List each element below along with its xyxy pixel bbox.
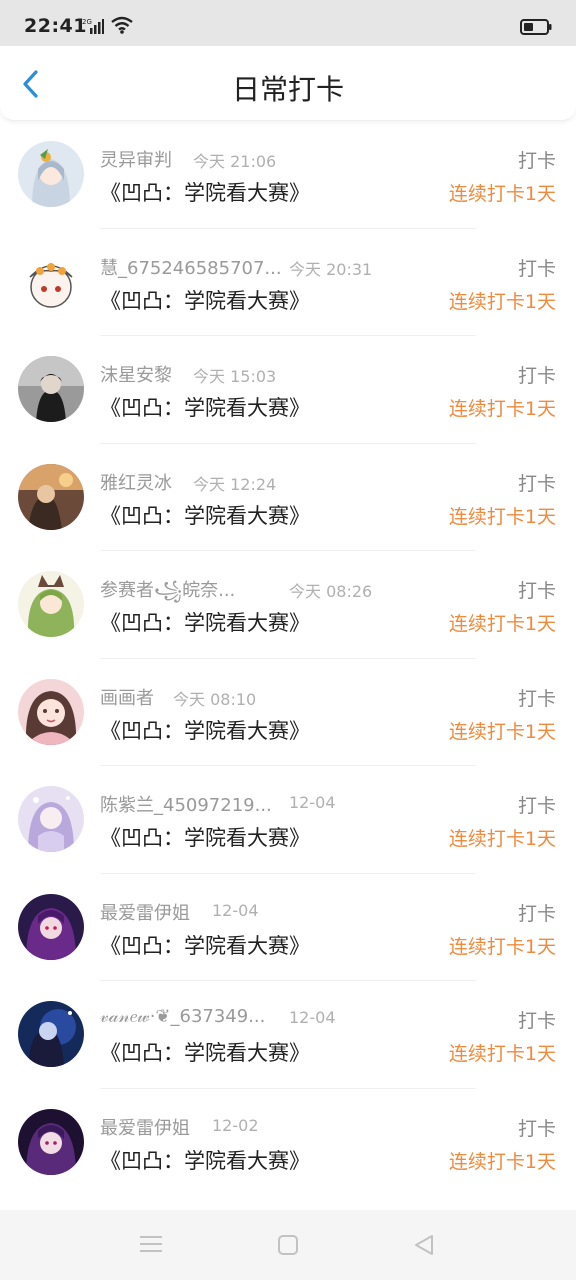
menu-icon[interactable] [140, 1234, 162, 1258]
checkin-time: 今天 12:24 [193, 474, 277, 494]
user-name: 最爱雷伊姐 [100, 902, 190, 924]
status-time: 22:41 [24, 15, 87, 37]
avatar[interactable] [18, 463, 84, 530]
avatar[interactable] [18, 356, 84, 422]
list-item[interactable]: 画画者 今天 08:10 《凹凸：学院看大赛》 打卡 连续打卡1天 [0, 659, 576, 766]
streak-label: 连续打卡1天 [448, 183, 556, 205]
user-name: 画画者 [100, 687, 154, 709]
checkin-time: 12-04 [289, 793, 336, 812]
checkin-status: 打卡 [517, 687, 556, 710]
streak-label: 连续打卡1天 [448, 720, 556, 743]
user-name: 慧_675246585707... [100, 257, 282, 279]
status-bar: 22:41 2G [0, 0, 576, 46]
streak-label: 连续打卡1天 [448, 828, 556, 850]
system-nav-bar [0, 1210, 576, 1280]
list-item[interactable]: 雅红灵冰 今天 12:24 《凹凸：学院看大赛》 打卡 连续打卡1天 [0, 444, 576, 551]
streak-label: 连续打卡1天 [448, 505, 556, 528]
checkin-status: 打卡 [517, 257, 556, 280]
svg-text:2G: 2G [82, 18, 92, 26]
checkin-status: 打卡 [517, 150, 556, 172]
checkin-time: 今天 21:06 [193, 152, 277, 171]
activity-title: 《凹凸：学院看大赛》 [100, 1041, 310, 1065]
checkin-status: 打卡 [517, 472, 556, 495]
battery-icon [520, 19, 552, 39]
home-icon[interactable] [277, 1234, 299, 1260]
checkin-time: 12-04 [289, 1008, 336, 1027]
checkin-time: 今天 08:26 [289, 582, 373, 601]
list-item[interactable]: 慧_675246585707... 今天 20:31 《凹凸：学院看大赛》 打卡… [0, 229, 576, 336]
page-title: 日常打卡 [231, 73, 344, 106]
user-name: 陈紫兰_45097219... [100, 795, 272, 816]
user-name: 𝓋𝒶𝓃𝑒𝓌·❦_637349... [100, 1006, 266, 1027]
avatar[interactable] [18, 786, 84, 852]
checkin-status: 打卡 [517, 580, 556, 602]
streak-label: 连续打卡1天 [448, 935, 556, 958]
streak-label: 连续打卡1天 [448, 1150, 556, 1173]
checkin-list: 灵异审判 今天 21:06 《凹凸：学院看大赛》 打卡 连续打卡1天 慧_675… [0, 121, 576, 1196]
user-name: 沫星安黎 [100, 365, 172, 386]
avatar[interactable] [18, 141, 84, 207]
activity-title: 《凹凸：学院看大赛》 [100, 718, 310, 743]
list-item[interactable]: 最爱雷伊姐 12-04 《凹凸：学院看大赛》 打卡 连续打卡1天 [0, 874, 576, 981]
user-name: 最爱雷伊姐 [100, 1117, 190, 1139]
avatar[interactable] [18, 1108, 84, 1175]
status-icons: 2G [82, 16, 134, 38]
streak-label: 连续打卡1天 [448, 1043, 556, 1065]
streak-label: 连续打卡1天 [448, 398, 556, 420]
activity-title: 《凹凸：学院看大赛》 [100, 503, 310, 528]
avatar[interactable] [18, 1001, 84, 1067]
user-name: 雅红灵冰 [100, 472, 172, 494]
avatar[interactable] [18, 571, 84, 637]
activity-title: 《凹凸：学院看大赛》 [100, 1148, 310, 1173]
list-item[interactable]: 𝓋𝒶𝓃𝑒𝓌·❦_637349... 12-04 《凹凸：学院看大赛》 打卡 连续… [0, 981, 576, 1089]
checkin-time: 今天 15:03 [193, 367, 277, 386]
user-name: 灵异审判 [100, 150, 172, 171]
list-item[interactable]: 最爱雷伊姐 12-02 《凹凸：学院看大赛》 打卡 连续打卡1天 [0, 1089, 576, 1197]
avatar[interactable] [18, 678, 84, 745]
checkin-status: 打卡 [517, 365, 556, 387]
wifi-icon [110, 16, 134, 38]
checkin-time: 今天 20:31 [289, 259, 373, 279]
list-item[interactable]: 参赛者꧁皖奈... 今天 08:26 《凹凸：学院看大赛》 打卡 连续打卡1天 [0, 551, 576, 659]
checkin-status: 打卡 [517, 1010, 556, 1032]
streak-label: 连续打卡1天 [448, 290, 556, 313]
list-item[interactable]: 沫星安黎 今天 15:03 《凹凸：学院看大赛》 打卡 连续打卡1天 [0, 336, 576, 444]
signal-icon: 2G [82, 18, 104, 38]
checkin-status: 打卡 [517, 1117, 556, 1140]
back-nav-icon[interactable] [413, 1234, 435, 1260]
checkin-status: 打卡 [517, 902, 556, 925]
header: 日常打卡 [0, 46, 576, 121]
avatar[interactable] [18, 248, 84, 315]
activity-title: 《凹凸：学院看大赛》 [100, 396, 310, 420]
activity-title: 《凹凸：学院看大赛》 [100, 288, 310, 313]
list-item[interactable]: 灵异审判 今天 21:06 《凹凸：学院看大赛》 打卡 连续打卡1天 [0, 121, 576, 229]
checkin-status: 打卡 [517, 795, 556, 817]
activity-title: 《凹凸：学院看大赛》 [100, 611, 310, 635]
checkin-time: 12-02 [212, 1115, 259, 1135]
streak-label: 连续打卡1天 [448, 613, 556, 635]
checkin-time: 12-04 [212, 900, 259, 920]
avatar[interactable] [18, 893, 84, 960]
activity-title: 《凹凸：学院看大赛》 [100, 181, 310, 205]
activity-title: 《凹凸：学院看大赛》 [100, 933, 310, 958]
checkin-time: 今天 08:10 [173, 689, 257, 709]
list-item[interactable]: 陈紫兰_45097219... 12-04 《凹凸：学院看大赛》 打卡 连续打卡… [0, 766, 576, 874]
activity-title: 《凹凸：学院看大赛》 [100, 826, 310, 850]
